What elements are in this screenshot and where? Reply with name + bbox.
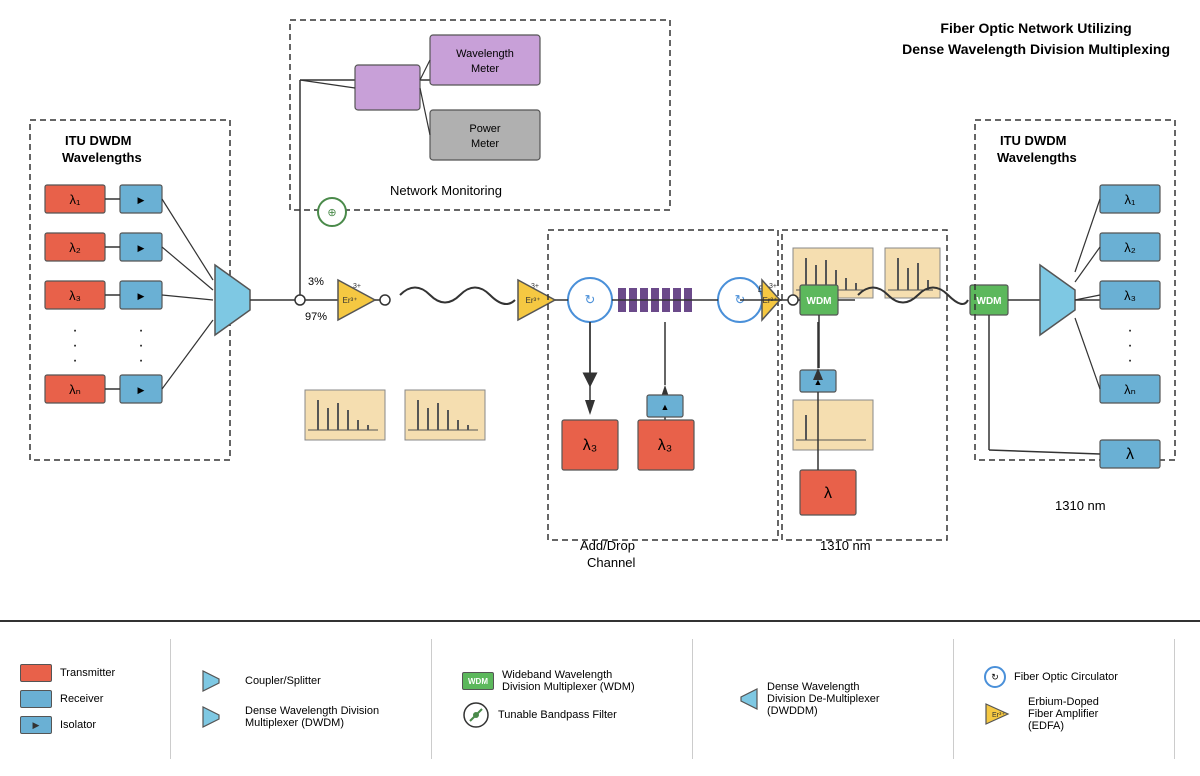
transmitter-icon xyxy=(20,664,52,682)
svg-text:λ: λ xyxy=(1126,446,1134,463)
legend-dwdm: Dense Wavelength DivisionMultiplexer (DW… xyxy=(201,703,401,731)
svg-text:·: · xyxy=(1127,352,1132,369)
svg-text:Wavelengths: Wavelengths xyxy=(997,150,1077,165)
svg-text:Er³⁺: Er³⁺ xyxy=(992,712,1005,719)
svg-text:⊕: ⊕ xyxy=(327,207,336,219)
legend-col-3: WDM Wideband WavelengthDivision Multiple… xyxy=(462,669,662,729)
svg-text:·: · xyxy=(72,352,77,369)
edfa-label: Erbium-DopedFiber Amplifier(EDFA) xyxy=(1028,696,1099,732)
legend-receiver: Receiver xyxy=(20,690,140,708)
legend-coupler: Coupler/Splitter xyxy=(201,667,401,695)
dwddm-icon xyxy=(723,685,759,713)
circulator-label: Fiber Optic Circulator xyxy=(1014,671,1118,683)
svg-text:Er³⁺: Er³⁺ xyxy=(343,296,358,305)
diagram-svg: ITU DWDM Wavelengths λ₁ λ₂ λ₃ · · · λₙ ▶… xyxy=(0,0,1200,620)
svg-text:λₙ: λₙ xyxy=(1124,382,1136,397)
divider-1 xyxy=(170,639,171,759)
dwdm-label: Dense Wavelength DivisionMultiplexer (DW… xyxy=(245,705,379,729)
svg-text:Network Monitoring: Network Monitoring xyxy=(390,183,502,198)
legend-wdm: WDM Wideband WavelengthDivision Multiple… xyxy=(462,669,662,693)
isolator-label: Isolator xyxy=(60,719,96,731)
svg-text:λ: λ xyxy=(824,485,832,502)
receiver-label: Receiver xyxy=(60,693,103,705)
svg-text:1310 nm: 1310 nm xyxy=(820,538,871,553)
svg-text:λ₂: λ₂ xyxy=(69,240,81,255)
coupler-label: Coupler/Splitter xyxy=(245,675,321,687)
svg-text:3%: 3% xyxy=(308,276,324,288)
svg-text:▶: ▶ xyxy=(138,195,145,205)
svg-text:λ₂: λ₂ xyxy=(1124,240,1136,255)
svg-text:1310 nm: 1310 nm xyxy=(1055,498,1106,513)
svg-text:Power: Power xyxy=(469,123,501,135)
svg-text:Add/Drop: Add/Drop xyxy=(580,538,635,553)
legend-transmitter: Transmitter xyxy=(20,664,140,682)
legend-circulator: ↻ Fiber Optic Circulator xyxy=(984,666,1144,688)
svg-text:λ₁: λ₁ xyxy=(1125,192,1137,207)
svg-text:Wavelength: Wavelength xyxy=(456,48,514,60)
legend-col-4: Dense WavelengthDivision De-Multiplexer(… xyxy=(723,681,923,717)
coupler-icon xyxy=(201,667,237,695)
tunable-icon xyxy=(462,701,490,729)
svg-text:▶: ▶ xyxy=(138,385,145,395)
circulator-icon: ↻ xyxy=(984,666,1006,688)
main-container: Fiber Optic Network Utilizing Dense Wave… xyxy=(0,0,1200,776)
isolator-icon: ▶ xyxy=(20,716,52,734)
svg-text:Wavelengths: Wavelengths xyxy=(62,150,142,165)
svg-text:λₙ: λₙ xyxy=(69,382,81,397)
svg-text:ITU DWDM: ITU DWDM xyxy=(1000,133,1066,148)
legend-area: Transmitter Receiver ▶ Isolator Coupler/… xyxy=(0,620,1200,776)
svg-text:WDM: WDM xyxy=(977,296,1002,307)
svg-text:ITU DWDM: ITU DWDM xyxy=(65,133,131,148)
svg-text:97%: 97% xyxy=(305,311,327,323)
svg-text:▶: ▶ xyxy=(138,291,145,301)
legend-dwddm: Dense WavelengthDivision De-Multiplexer(… xyxy=(723,681,923,717)
svg-text:λ₃: λ₃ xyxy=(1124,288,1136,303)
svg-text:λ₃: λ₃ xyxy=(69,288,81,303)
svg-text:▶: ▶ xyxy=(138,243,145,253)
receiver-icon xyxy=(20,690,52,708)
svg-text:Meter: Meter xyxy=(471,138,499,150)
svg-text:·: · xyxy=(138,352,143,369)
svg-text:Meter: Meter xyxy=(471,63,499,75)
legend-edfa: Er³⁺ Erbium-DopedFiber Amplifier(EDFA) xyxy=(984,696,1144,732)
legend-col-1: Transmitter Receiver ▶ Isolator xyxy=(20,664,140,734)
divider-3 xyxy=(692,639,693,759)
transmitter-label: Transmitter xyxy=(60,667,115,679)
svg-text:λ₃: λ₃ xyxy=(658,437,673,454)
svg-text:Er³⁺: Er³⁺ xyxy=(526,296,541,305)
legend-col-2: Coupler/Splitter Dense Wavelength Divisi… xyxy=(201,667,401,731)
legend-col-5: ↻ Fiber Optic Circulator Er³⁺ Erbium-Dop… xyxy=(984,666,1144,732)
legend-isolator: ▶ Isolator xyxy=(20,716,140,734)
wdm-label: Wideband WavelengthDivision Multiplexer … xyxy=(502,669,635,693)
divider-5 xyxy=(1174,639,1175,759)
edfa-icon: Er³⁺ xyxy=(984,700,1020,728)
svg-text:↻: ↻ xyxy=(585,292,596,307)
svg-text:λ₁: λ₁ xyxy=(70,192,82,207)
dwdm-mux-icon xyxy=(201,703,237,731)
divider-2 xyxy=(431,639,432,759)
svg-text:▲: ▲ xyxy=(661,402,670,412)
dwddm-label: Dense WavelengthDivision De-Multiplexer(… xyxy=(767,681,879,717)
svg-text:λ₃: λ₃ xyxy=(583,437,598,454)
wdm-icon: WDM xyxy=(462,672,494,690)
svg-text:Channel: Channel xyxy=(587,555,636,570)
legend-tunable: Tunable Bandpass Filter xyxy=(462,701,662,729)
divider-4 xyxy=(953,639,954,759)
svg-text:WDM: WDM xyxy=(807,296,832,307)
tunable-label: Tunable Bandpass Filter xyxy=(498,709,617,721)
